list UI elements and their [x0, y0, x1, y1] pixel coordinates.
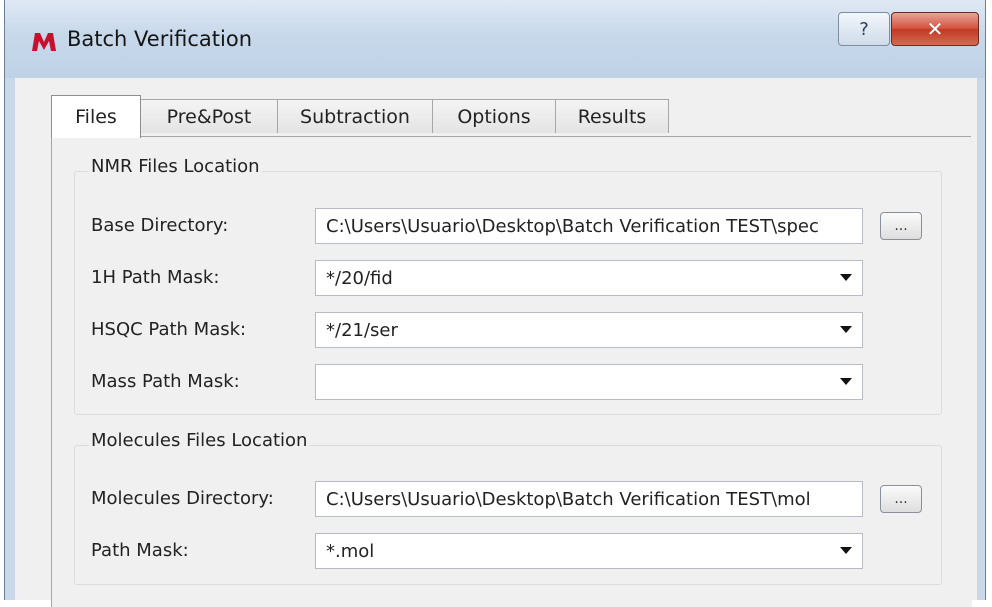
molecules-directory-label: Molecules Directory: — [91, 488, 274, 509]
molecules-directory-input[interactable]: C:\Users\Usuario\Desktop\Batch Verificat… — [315, 481, 863, 517]
chevron-down-icon[interactable] — [840, 274, 852, 281]
nmr-files-group: NMR Files Location Base Directory: C:\Us… — [74, 156, 942, 415]
base-directory-input[interactable]: C:\Users\Usuario\Desktop\Batch Verificat… — [315, 208, 863, 244]
chevron-down-icon[interactable] — [840, 326, 852, 333]
chevron-down-icon[interactable] — [840, 378, 852, 385]
molecules-path-mask-value: *.mol — [326, 541, 375, 562]
batch-verification-window: Batch Verification ? ✕ Files Pre&Post Su… — [4, 0, 986, 607]
hsqc-path-mask-value: */21/ser — [326, 320, 398, 341]
tab-options[interactable]: Options — [432, 99, 556, 133]
molecules-group-title: Molecules Files Location — [89, 430, 310, 451]
help-button[interactable]: ? — [838, 12, 890, 46]
help-icon: ? — [859, 18, 869, 40]
molecules-path-mask-combo[interactable]: *.mol — [315, 533, 863, 569]
mass-path-mask-combo[interactable] — [315, 364, 863, 400]
mass-path-mask-label: Mass Path Mask: — [91, 371, 240, 392]
base-directory-browse-button[interactable]: ... — [880, 212, 922, 240]
files-tab-page: NMR Files Location Base Directory: C:\Us… — [51, 137, 972, 607]
tab-pre-post[interactable]: Pre&Post — [140, 99, 278, 133]
close-button[interactable]: ✕ — [891, 12, 979, 46]
molecules-files-group: Molecules Files Location Molecules Direc… — [74, 430, 942, 585]
nmr-group-title: NMR Files Location — [89, 156, 262, 177]
h1-path-mask-label: 1H Path Mask: — [91, 267, 220, 288]
mnova-logo-icon — [32, 33, 56, 51]
h1-path-mask-value: */20/fid — [326, 268, 393, 289]
h1-path-mask-combo[interactable]: */20/fid — [315, 260, 863, 296]
dialog-client-area: Files Pre&Post Subtraction Options Resul… — [15, 78, 977, 607]
hsqc-path-mask-label: HSQC Path Mask: — [91, 319, 247, 340]
chevron-down-icon[interactable] — [840, 547, 852, 554]
title-bar[interactable]: Batch Verification ? ✕ — [5, 0, 985, 78]
tab-files[interactable]: Files — [51, 95, 141, 138]
tab-results[interactable]: Results — [555, 99, 669, 133]
tab-subtraction[interactable]: Subtraction — [277, 99, 433, 133]
close-icon: ✕ — [926, 17, 944, 41]
hsqc-path-mask-combo[interactable]: */21/ser — [315, 312, 863, 348]
window-title: Batch Verification — [67, 27, 253, 51]
base-directory-label: Base Directory: — [91, 215, 229, 236]
path-mask-label: Path Mask: — [91, 540, 189, 561]
molecules-directory-browse-button[interactable]: ... — [880, 485, 922, 513]
